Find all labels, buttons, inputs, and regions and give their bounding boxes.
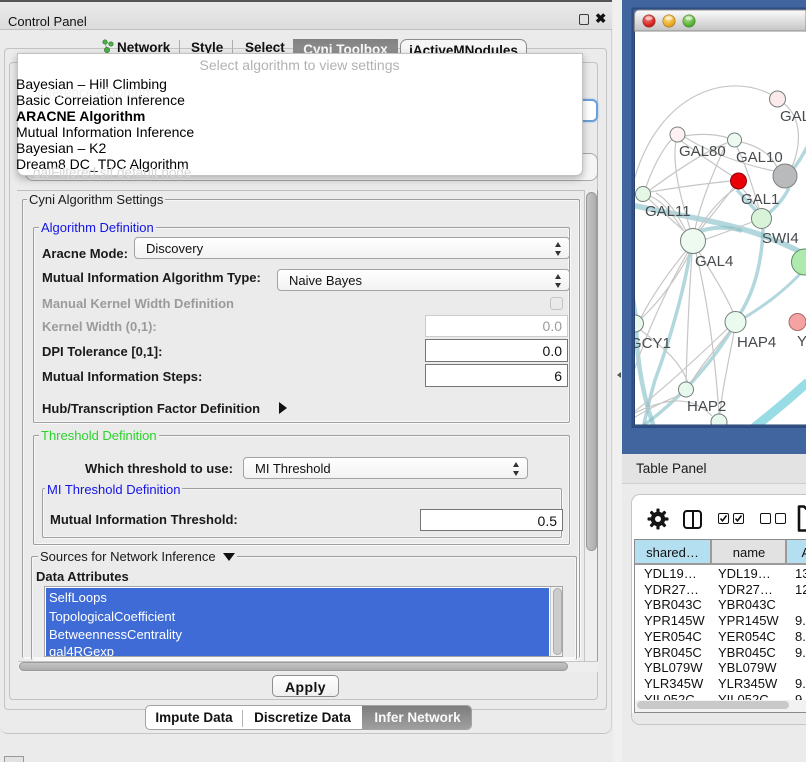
svg-text:GAL1: GAL1 (741, 191, 779, 208)
svg-text:GAL11: GAL11 (645, 203, 691, 220)
svg-text:Y: Y (797, 333, 806, 350)
svg-text:HAP4: HAP4 (737, 334, 776, 351)
svg-text:HAP2: HAP2 (687, 398, 726, 415)
svg-text:GAL10: GAL10 (736, 149, 783, 166)
svg-text:GAL: GAL (780, 108, 806, 125)
svg-text:GAL80: GAL80 (679, 143, 726, 160)
svg-text:GAL4: GAL4 (695, 253, 733, 270)
svg-text:GCY1: GCY1 (630, 335, 671, 352)
svg-text:SWI4: SWI4 (762, 230, 799, 247)
